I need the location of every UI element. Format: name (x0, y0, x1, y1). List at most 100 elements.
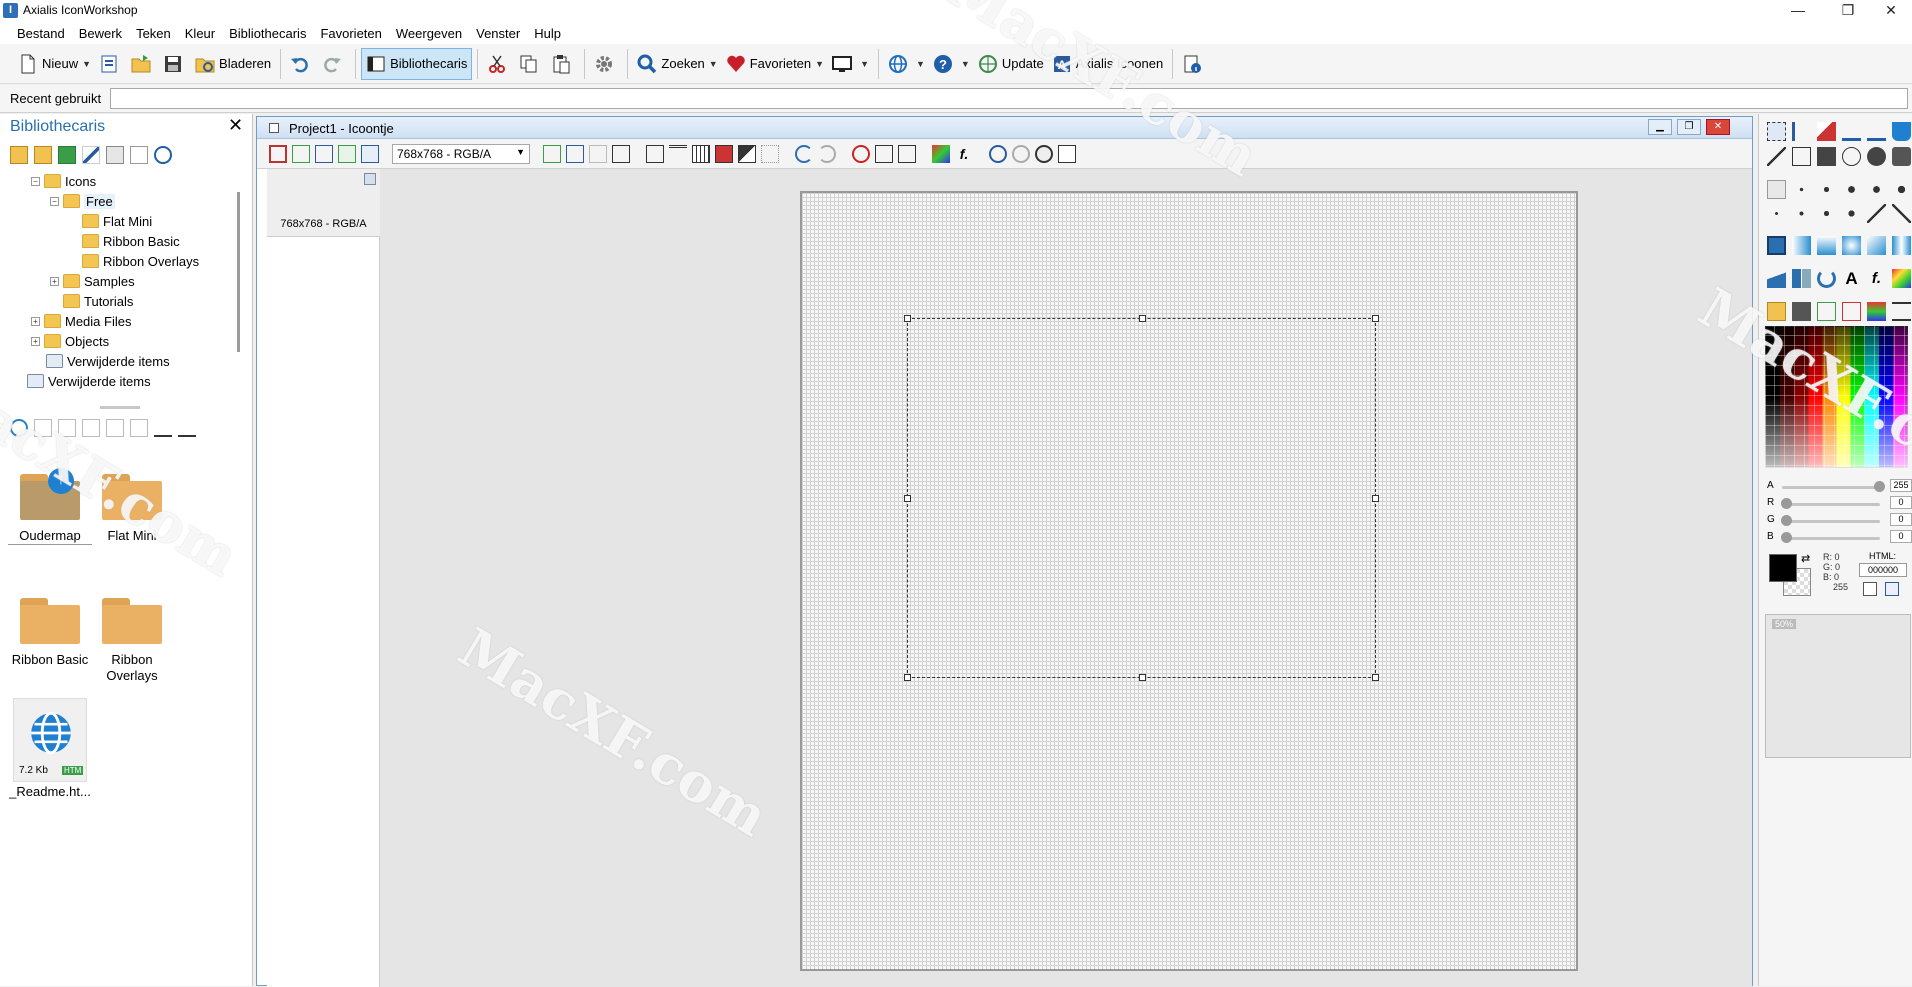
recent-dropdown[interactable] (110, 88, 1908, 109)
tree-item-samples[interactable]: + Samples (50, 272, 135, 290)
perspective-icon[interactable] (1767, 269, 1786, 288)
tree-item-icons[interactable]: − Icons (31, 172, 96, 190)
paste-color-icon[interactable] (1885, 582, 1899, 596)
settings-button[interactable] (590, 48, 622, 80)
effects-icon[interactable]: f. (1867, 269, 1886, 288)
vertical-gradient-icon[interactable] (1817, 236, 1836, 255)
grid-icon[interactable] (692, 144, 710, 163)
search-button[interactable]: Zoeken ▼ (633, 48, 721, 80)
copy-icon[interactable] (34, 419, 52, 437)
rectangle-icon[interactable] (1792, 147, 1811, 166)
export-image-icon[interactable] (361, 144, 379, 163)
library-item-ribbon-overlays[interactable]: Ribbon Overlays (90, 598, 174, 684)
delete-icon[interactable] (106, 146, 124, 164)
filled-rectangle-icon[interactable] (1817, 147, 1836, 166)
update-button[interactable]: Update (974, 48, 1048, 80)
copy-color-icon[interactable] (1863, 582, 1877, 596)
open-palette-icon[interactable] (1767, 302, 1786, 321)
tree-item-flat-mini[interactable]: Flat Mini (82, 212, 152, 230)
web-button[interactable]: ▼ (884, 48, 929, 80)
minimize-button[interactable]: — (1775, 0, 1821, 22)
menu-bestand[interactable]: Bestand (10, 22, 72, 44)
chevron-down-icon[interactable]: ▼ (815, 59, 824, 69)
new-project-button[interactable] (95, 48, 127, 80)
transparency-icon[interactable] (715, 144, 733, 163)
filter-icon[interactable]: f. (955, 145, 973, 163)
brush-shape-1-icon[interactable] (1767, 204, 1786, 223)
expand-icon[interactable]: + (31, 336, 40, 346)
open-folder-icon[interactable] (34, 146, 52, 164)
rounded-rect-icon[interactable] (1892, 147, 1911, 166)
slider-knob[interactable] (1874, 481, 1885, 492)
green-value[interactable]: 0 (1890, 513, 1912, 526)
alpha-slider[interactable]: A 255 (1767, 479, 1912, 494)
tree-item-ribbon-overlays[interactable]: Ribbon Overlays (82, 252, 199, 270)
diagonal-gradient-icon[interactable] (1867, 236, 1886, 255)
brush-shape-3-icon[interactable] (1817, 204, 1836, 223)
red-slider[interactable]: R 0 (1767, 496, 1912, 511)
import-icon[interactable] (315, 144, 333, 163)
expand-icon[interactable]: + (50, 276, 59, 286)
tree-item-deleted-sub[interactable]: Verwijderde items (46, 352, 170, 370)
slider-knob[interactable] (1781, 532, 1792, 543)
brush-size-3-icon[interactable] (1817, 180, 1836, 199)
tree-item-ribbon-basic[interactable]: Ribbon Basic (82, 232, 180, 250)
paste-button[interactable] (547, 48, 579, 80)
doc-restore-button[interactable]: ❐ (1677, 119, 1701, 135)
axialis-icons-button[interactable]: A Axialis Icoonen (1048, 48, 1167, 80)
tree-item-tutorials[interactable]: Tutorials (63, 292, 133, 310)
undo-button[interactable] (286, 48, 318, 80)
eyedropper-icon[interactable] (1792, 122, 1811, 141)
brush-shape-4-icon[interactable] (1842, 204, 1861, 223)
collapse-icon[interactable]: − (50, 196, 59, 206)
brush-shape-2-icon[interactable] (1792, 204, 1811, 223)
maximize-button[interactable]: ❐ (1825, 0, 1871, 22)
resize-handle-ne[interactable] (1372, 315, 1379, 322)
slider-knob[interactable] (1781, 515, 1792, 526)
menu-bibliothecaris[interactable]: Bibliothecaris (222, 22, 313, 44)
edit-icon[interactable] (82, 146, 100, 164)
ellipse-icon[interactable] (1842, 147, 1861, 166)
save-palette-icon[interactable] (1792, 302, 1811, 321)
favorites-button[interactable]: Favorieten ▼ (722, 48, 828, 80)
close-button[interactable]: ✕ (1868, 0, 1912, 22)
brush-shape-6-icon[interactable] (1892, 204, 1911, 223)
color-adjust-icon[interactable] (932, 144, 950, 163)
alpha-value[interactable]: 255 (1890, 479, 1912, 492)
checklist-icon[interactable] (130, 146, 148, 164)
new-folder-icon[interactable] (10, 146, 28, 164)
image-icon[interactable] (338, 144, 356, 163)
chevron-down-icon[interactable]: ▼ (82, 59, 91, 69)
menu-bewerk[interactable]: Bewerk (72, 22, 129, 44)
search-icon[interactable] (154, 146, 172, 164)
text-tool-icon[interactable]: A (1842, 269, 1861, 288)
menu-favorieten[interactable]: Favorieten (313, 22, 388, 44)
view-options-icon[interactable] (178, 419, 196, 437)
line-icon[interactable] (1767, 147, 1786, 166)
resize-handle-n[interactable] (1139, 315, 1146, 322)
brush-icon[interactable] (1867, 122, 1886, 141)
green-slider[interactable]: G 0 (1767, 513, 1912, 528)
display-button[interactable]: ▼ (828, 48, 873, 80)
copy-button[interactable] (515, 48, 547, 80)
remove-color-icon[interactable] (1842, 302, 1861, 321)
solid-fill-icon[interactable] (1767, 236, 1786, 255)
collapse-icon[interactable]: − (31, 176, 40, 186)
brush-size-2-icon[interactable] (1792, 180, 1811, 199)
rotate-icon[interactable] (1817, 269, 1836, 288)
chevron-down-icon[interactable]: ▼ (709, 59, 718, 69)
zoom-fit-icon[interactable] (1035, 144, 1053, 163)
library-item-ribbon-basic[interactable]: Ribbon Basic (8, 598, 92, 668)
menu-weergeven[interactable]: Weergeven (389, 22, 469, 44)
librarian-close-icon[interactable]: ✕ (228, 115, 243, 136)
library-item-parent-folder[interactable]: ↑ Oudermap (8, 468, 92, 545)
paste-icon[interactable] (58, 419, 76, 437)
save-icon[interactable] (269, 144, 287, 163)
brush-shape-5-icon[interactable] (1867, 204, 1886, 223)
menu-venster[interactable]: Venster (469, 22, 527, 44)
resize-handle-se[interactable] (1372, 674, 1379, 681)
chevron-down-icon[interactable]: ▼ (916, 59, 925, 69)
info-button[interactable] (1178, 48, 1210, 80)
doc-close-button[interactable]: ✕ (1706, 119, 1730, 135)
resize-handle-s[interactable] (1139, 674, 1146, 681)
